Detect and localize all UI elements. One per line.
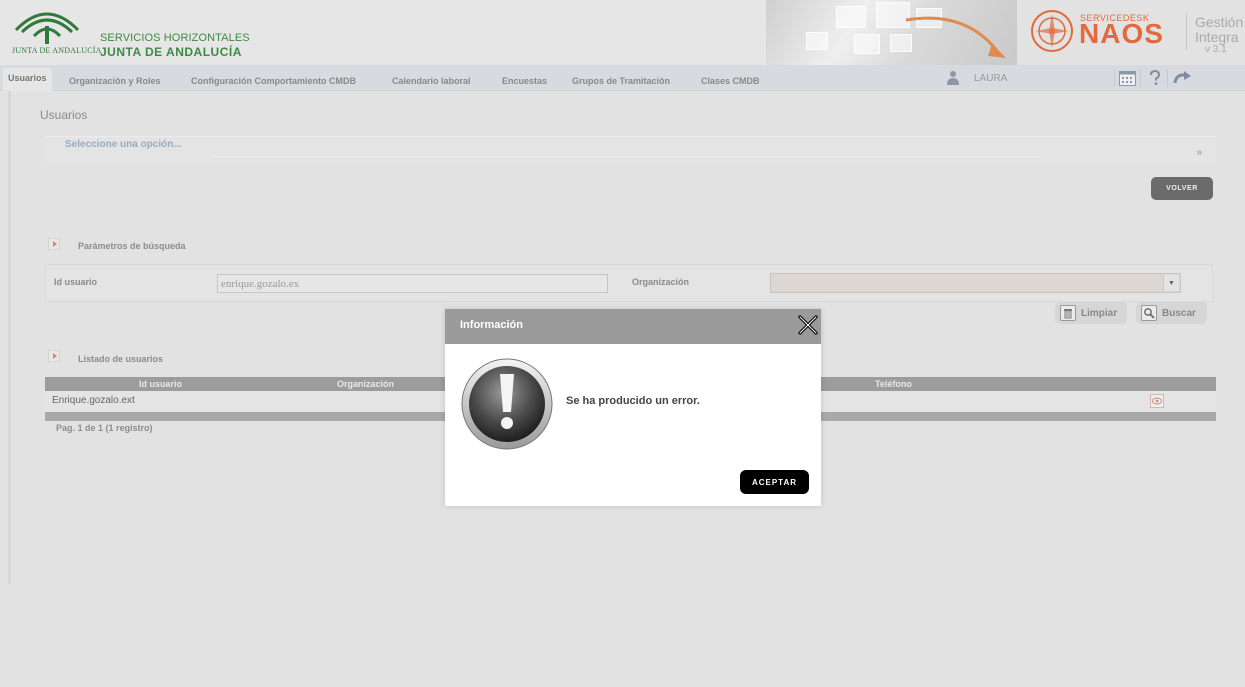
naos-logo: SERVICEDESK NAOS Gestión Integra v 3.1 [1017,0,1245,65]
close-icon[interactable] [797,314,819,336]
version-label: v 3.1 [1205,44,1227,55]
tab-organizacion-roles[interactable]: Organización y Roles [69,76,161,86]
tab-configuracion-cmdb[interactable]: Configuración Comportamiento CMDB [191,76,356,86]
content-border [8,91,11,584]
gestion-line-2: Integra [1195,29,1239,45]
clear-button[interactable]: Limpiar [1055,302,1127,324]
divider [1186,12,1187,50]
clear-button-label: Limpiar [1081,307,1118,319]
dialog-message: Se ha producido un error. [566,395,700,407]
junta-andalucia-logo: JUNTA DE ANDALUCÍA [8,4,101,60]
tab-calendario-laboral[interactable]: Calendario laboral [392,76,471,86]
search-icon [1141,305,1157,321]
view-details-icon[interactable] [1150,394,1164,408]
search-button[interactable]: Buscar [1136,302,1207,324]
user-name: LAURA [974,73,1008,84]
trash-icon [1060,305,1076,321]
brand-line-1: SERVICIOS HORIZONTALES [100,32,250,44]
search-button-label: Buscar [1162,307,1196,319]
brand-line-2: JUNTA DE ANDALUCÍA [100,45,242,59]
calendar-icon[interactable] [1117,69,1137,87]
list-section-title: Listado de usuarios [78,354,164,364]
tab-usuarios[interactable]: Usuarios [3,68,52,92]
logo-text: JUNTA DE ANDALUCÍA [12,46,102,55]
expand-arrow-icon[interactable] [48,238,60,250]
column-telefono[interactable]: Teléfono [875,379,912,389]
id-usuario-input[interactable] [217,274,608,293]
pagination-info: Pag. 1 de 1 (1 registro) [56,423,153,433]
dialog-title: Información [460,319,523,331]
info-dialog: Información Se ha producido un error. AC… [445,309,821,506]
compass-icon [1031,10,1073,52]
page-title: Usuarios [40,108,88,122]
id-usuario-label: Id usuario [54,277,98,287]
cell-id-usuario: Enrique.gozalo.ext [52,395,135,406]
back-button[interactable]: VOLVER [1151,177,1213,200]
header-banner-image [766,0,1017,65]
naos-label: NAOS [1079,18,1164,49]
expand-arrow-icon[interactable] [48,350,60,362]
header: JUNTA DE ANDALUCÍA SERVICIOS HORIZONTALE… [0,0,1245,65]
divider [1140,69,1141,87]
option-bar [212,156,1040,160]
divider [1114,69,1115,87]
tab-clases-cmdb[interactable]: Clases CMDB [701,76,760,86]
search-form: Id usuario Organización ▼ [45,264,1213,302]
column-organizacion[interactable]: Organización [337,379,394,389]
logout-icon[interactable] [1172,69,1192,87]
accept-button[interactable]: ACEPTAR [740,470,809,494]
organizacion-label: Organización [632,277,690,287]
brand-title: SERVICIOS HORIZONTALES JUNTA DE ANDALUCÍ… [100,31,250,59]
divider [1167,69,1168,87]
tab-encuestas[interactable]: Encuestas [502,76,547,86]
option-label[interactable]: Seleccione una opción... [65,139,182,150]
user-icon [946,70,960,91]
tab-grupos-tramitacion[interactable]: Grupos de Tramitación [572,76,670,86]
option-selector: Seleccione una opción... » [44,136,1216,166]
main-nav: Usuarios Organización y Roles Configurac… [0,65,1245,92]
column-id-usuario[interactable]: Id usuario [139,379,182,389]
search-section-title: Parámetros de búsqueda [78,241,186,251]
gestion-line-1: Gestión [1195,14,1244,30]
expand-options-button[interactable]: » [1196,147,1202,158]
dialog-header: Información [445,309,821,344]
warning-icon [460,357,554,456]
organizacion-select[interactable]: ▼ [770,273,1181,293]
help-icon[interactable] [1145,69,1165,87]
chevron-down-icon[interactable]: ▼ [1163,275,1179,291]
